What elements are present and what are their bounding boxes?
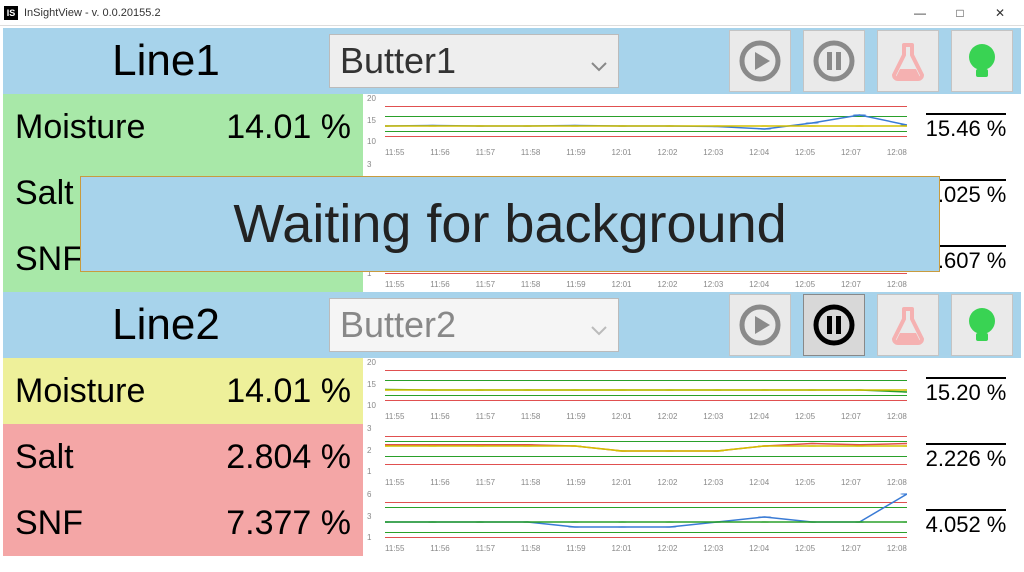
line2-salt-right: 2.226 % <box>911 424 1021 490</box>
line1-bulb-button[interactable] <box>951 30 1013 92</box>
line2-play-button[interactable] <box>729 294 791 356</box>
play-icon <box>738 39 782 83</box>
play-icon <box>738 303 782 347</box>
flask-icon <box>886 303 930 347</box>
line2-moisture-left: Moisture 14.01 % <box>3 358 363 424</box>
param-name-label: Moisture <box>15 372 226 411</box>
line2-moisture-row: Moisture 14.01 % 20151011:5511:5611:5711… <box>3 358 1021 424</box>
window-titlebar: IS InSightView - v. 0.0.20155.2 — □ ✕ <box>0 0 1024 26</box>
pause-icon <box>812 303 856 347</box>
line1-moisture-right: 15.46 % <box>911 94 1021 160</box>
line1-product-select[interactable]: Butter1 <box>329 34 619 88</box>
line1-pause-button[interactable] <box>803 30 865 92</box>
line2-snf-chart: 63111:5511:5611:5711:5811:5912:0112:0212… <box>363 490 911 556</box>
minimize-button[interactable]: — <box>900 0 940 26</box>
line1-moisture-left: Moisture 14.01 % <box>3 94 363 160</box>
line2-product-label: Butter2 <box>340 304 456 346</box>
param-value-label: 14.01 % <box>226 108 351 147</box>
line2-snf-left: SNF 7.377 % <box>3 490 363 556</box>
line2-moisture-chart: 20151011:5511:5611:5711:5811:5912:0112:0… <box>363 358 911 424</box>
close-button[interactable]: ✕ <box>980 0 1020 26</box>
line2-header: Line2 Butter2 <box>3 292 1021 358</box>
waiting-overlay: Waiting for background <box>80 176 940 272</box>
param-value-label: 2.804 % <box>226 438 351 477</box>
maximize-button[interactable]: □ <box>940 0 980 26</box>
line2-product-select[interactable]: Butter2 <box>329 298 619 352</box>
line2-moisture-right: 15.20 % <box>911 358 1021 424</box>
bulb-icon <box>960 39 1004 83</box>
param-name-label: Salt <box>15 438 226 477</box>
line2-block: Line2 Butter2 Moisture <box>3 292 1021 556</box>
window-title: InSightView - v. 0.0.20155.2 <box>24 7 161 19</box>
line2-salt-row: Salt 2.804 % 32111:5511:5611:5711:5811:5… <box>3 424 1021 490</box>
param-value-label: 14.01 % <box>226 372 351 411</box>
line2-pause-button[interactable] <box>803 294 865 356</box>
chevron-down-icon <box>590 304 608 346</box>
bulb-icon <box>960 303 1004 347</box>
param-name-label: SNF <box>15 504 226 543</box>
overlay-message: Waiting for background <box>233 193 786 255</box>
line2-bulb-button[interactable] <box>951 294 1013 356</box>
flask-icon <box>886 39 930 83</box>
line1-moisture-row: Moisture 14.01 % 20151011:5511:5611:5711… <box>3 94 1021 160</box>
line2-salt-chart: 32111:5511:5611:5711:5811:5912:0112:0212… <box>363 424 911 490</box>
line2-snf-row: SNF 7.377 % 63111:5511:5611:5711:5811:59… <box>3 490 1021 556</box>
param-value-label: 7.377 % <box>226 504 351 543</box>
line2-title: Line2 <box>11 300 321 350</box>
pause-icon <box>812 39 856 83</box>
line2-salt-left: Salt 2.804 % <box>3 424 363 490</box>
chevron-down-icon <box>590 40 608 82</box>
line1-flask-button[interactable] <box>877 30 939 92</box>
line1-moisture-chart: 20151011:5511:5611:5711:5811:5912:0112:0… <box>363 94 911 160</box>
app-icon: IS <box>4 6 18 20</box>
line2-flask-button[interactable] <box>877 294 939 356</box>
line1-product-label: Butter1 <box>340 40 456 82</box>
app-body: Line1 Butter1 Moistu <box>0 26 1024 572</box>
line1-play-button[interactable] <box>729 30 791 92</box>
param-name-label: Moisture <box>15 108 226 147</box>
line1-title: Line1 <box>11 36 321 86</box>
line2-snf-right: 4.052 % <box>911 490 1021 556</box>
line1-header: Line1 Butter1 <box>3 28 1021 94</box>
